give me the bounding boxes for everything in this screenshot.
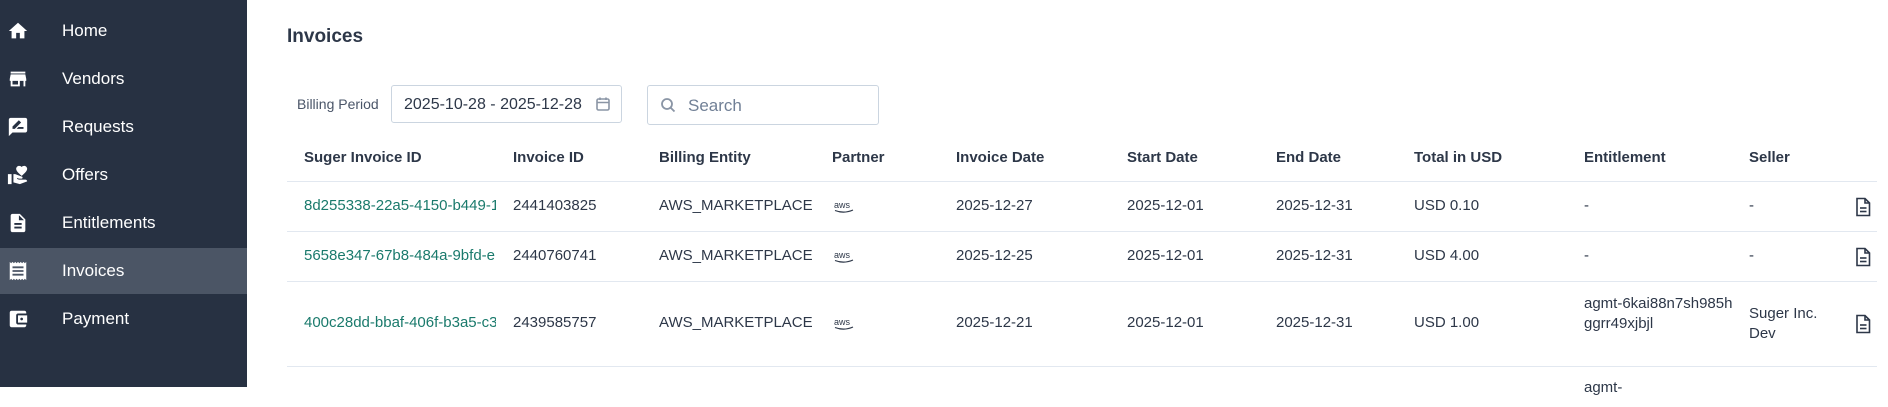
document-icon	[7, 212, 29, 234]
suger-invoice-id-link[interactable]: 8d255338-22a5-4150-b449-1b	[304, 197, 496, 214]
column-header-invoice-date[interactable]: Invoice Date	[956, 149, 1044, 166]
sidebar-item-home[interactable]: Home	[0, 8, 247, 54]
request-icon	[7, 116, 29, 138]
offer-icon	[7, 164, 29, 186]
seller: -	[1749, 247, 1754, 264]
end-date: 2025-12-31	[1276, 314, 1353, 331]
home-icon	[7, 20, 29, 42]
entitlement: agmt-6kai88n7sh985hggrr49xjbjl	[1584, 295, 1733, 332]
sidebar-item-label: Payment	[62, 309, 130, 328]
table-header: Suger Invoice ID Invoice ID Billing Enti…	[287, 137, 1877, 182]
start-date: 2025-12-01	[1127, 314, 1204, 331]
sidebar-item-vendors[interactable]: Vendors	[0, 56, 247, 102]
entitlement: agmt-	[1584, 379, 1623, 396]
column-header-suger-invoice-id[interactable]: Suger Invoice ID	[304, 149, 422, 166]
aws-logo-icon: aws	[833, 200, 855, 214]
column-header-seller[interactable]: Seller	[1749, 149, 1790, 166]
sidebar-item-label: Invoices	[62, 261, 125, 280]
total-usd: USD 0.10	[1414, 197, 1480, 214]
receipt-icon	[7, 260, 29, 282]
billing-period-label: Billing Period	[297, 96, 379, 112]
invoice-document-icon[interactable]	[1854, 314, 1872, 334]
invoice-id: 2441403825	[513, 197, 597, 214]
entitlement: -	[1584, 247, 1589, 264]
sidebar-item-label: Vendors	[62, 69, 125, 88]
sidebar-item-label: Requests	[62, 117, 134, 136]
sidebar-item-invoices[interactable]: Invoices	[0, 248, 247, 294]
sidebar: Home Vendors Requests Offers Entitlement…	[0, 0, 247, 387]
billing-entity: AWS_MARKETPLACE	[659, 247, 813, 264]
table-row[interactable]: 5658e347-67b8-484a-9bfd-e1 2440760741 AW…	[287, 232, 1877, 282]
sidebar-item-label: Home	[62, 21, 108, 40]
sidebar-item-offers[interactable]: Offers	[0, 152, 247, 198]
suger-invoice-id-link[interactable]: 400c28dd-bbaf-406f-b3a5-c32	[304, 314, 496, 331]
suger-invoice-id-link[interactable]: 5658e347-67b8-484a-9bfd-e1	[304, 247, 496, 264]
table-row[interactable]: 8d255338-22a5-4150-b449-1b 2441403825 AW…	[287, 182, 1877, 232]
wallet-icon	[7, 308, 29, 330]
invoice-date: 2025-12-27	[956, 197, 1033, 214]
svg-text:aws: aws	[834, 250, 851, 260]
invoice-date: 2025-12-25	[956, 247, 1033, 264]
sidebar-item-label: Offers	[62, 165, 108, 184]
entitlement: -	[1584, 197, 1589, 214]
invoice-date: 2025-12-21	[956, 314, 1033, 331]
billing-entity: AWS_MARKETPLACE	[659, 314, 813, 331]
billing-period-value: 2025-10-28 - 2025-12-28	[404, 96, 582, 113]
svg-text:aws: aws	[834, 200, 851, 210]
invoice-id: 2439585757	[513, 314, 597, 331]
sidebar-item-payment[interactable]: Payment	[0, 296, 247, 342]
aws-logo-icon: aws	[833, 250, 855, 264]
seller: -	[1749, 197, 1754, 214]
sidebar-item-requests[interactable]: Requests	[0, 104, 247, 150]
invoice-document-icon[interactable]	[1854, 247, 1872, 267]
page-title: Invoices	[287, 26, 364, 47]
invoice-document-icon[interactable]	[1854, 197, 1872, 217]
search-icon	[660, 97, 676, 113]
total-usd: USD 4.00	[1414, 247, 1480, 264]
start-date: 2025-12-01	[1127, 197, 1204, 214]
column-header-entitlement[interactable]: Entitlement	[1584, 149, 1666, 166]
table-row[interactable]: agmt-	[287, 367, 1877, 407]
end-date: 2025-12-31	[1276, 197, 1353, 214]
svg-text:aws: aws	[834, 317, 851, 327]
billing-entity: AWS_MARKETPLACE	[659, 197, 813, 214]
column-header-total-usd[interactable]: Total in USD	[1414, 149, 1502, 166]
invoice-id: 2440760741	[513, 247, 597, 264]
total-usd: USD 1.00	[1414, 314, 1480, 331]
aws-logo-icon: aws	[833, 317, 855, 331]
search-box[interactable]	[647, 85, 879, 125]
column-header-end-date[interactable]: End Date	[1276, 149, 1341, 166]
sidebar-item-entitlements[interactable]: Entitlements	[0, 200, 247, 246]
store-icon	[7, 68, 29, 90]
column-header-partner[interactable]: Partner	[832, 149, 885, 166]
search-input[interactable]	[686, 93, 870, 119]
end-date: 2025-12-31	[1276, 247, 1353, 264]
calendar-icon[interactable]	[595, 96, 611, 112]
table-row[interactable]: 400c28dd-bbaf-406f-b3a5-c32 2439585757 A…	[287, 282, 1877, 367]
billing-period-picker[interactable]: 2025-10-28 - 2025-12-28	[391, 85, 622, 123]
column-header-start-date[interactable]: Start Date	[1127, 149, 1198, 166]
column-header-billing-entity[interactable]: Billing Entity	[659, 149, 751, 166]
column-header-invoice-id[interactable]: Invoice ID	[513, 149, 584, 166]
sidebar-item-label: Entitlements	[62, 213, 156, 232]
start-date: 2025-12-01	[1127, 247, 1204, 264]
seller: Suger Inc. Dev	[1749, 305, 1818, 342]
